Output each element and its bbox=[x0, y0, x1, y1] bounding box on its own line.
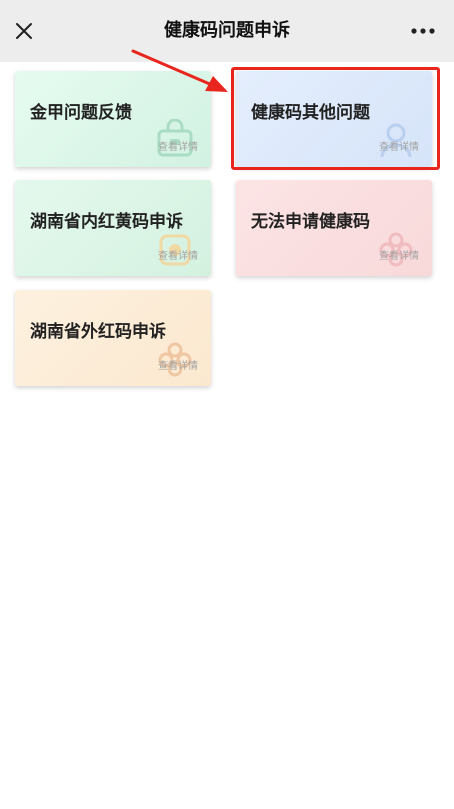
page-title: 健康码问题申诉 bbox=[164, 20, 290, 41]
nav-bar: 健康码问题申诉 bbox=[0, 0, 454, 62]
card-detail-link[interactable]: 查看详情 bbox=[379, 138, 419, 153]
card-title: 健康码其他问题 bbox=[251, 103, 370, 123]
more-button[interactable] bbox=[406, 17, 440, 45]
more-dots-icon bbox=[411, 28, 435, 34]
card-cannot-apply[interactable]: 无法申请健康码 查看详情 bbox=[236, 180, 432, 276]
card-hunan-red-yellow-appeal[interactable]: 湖南省内红黄码申诉 查看详情 bbox=[15, 180, 211, 276]
card-title: 无法申请健康码 bbox=[251, 212, 370, 232]
card-title: 金甲问题反馈 bbox=[30, 103, 132, 123]
card-detail-link[interactable]: 查看详情 bbox=[379, 247, 419, 262]
card-outside-hunan-red-appeal[interactable]: 湖南省外红码申诉 查看详情 bbox=[15, 290, 211, 386]
card-health-code-other[interactable]: 健康码其他问题 查看详情 bbox=[236, 71, 432, 167]
card-jinjia-feedback[interactable]: 金甲问题反馈 查看详情 bbox=[15, 71, 211, 167]
card-detail-link[interactable]: 查看详情 bbox=[158, 138, 198, 153]
card-detail-link[interactable]: 查看详情 bbox=[158, 247, 198, 262]
card-title: 湖南省外红码申诉 bbox=[30, 322, 166, 342]
card-title: 湖南省内红黄码申诉 bbox=[30, 212, 183, 232]
card-detail-link[interactable]: 查看详情 bbox=[158, 357, 198, 372]
